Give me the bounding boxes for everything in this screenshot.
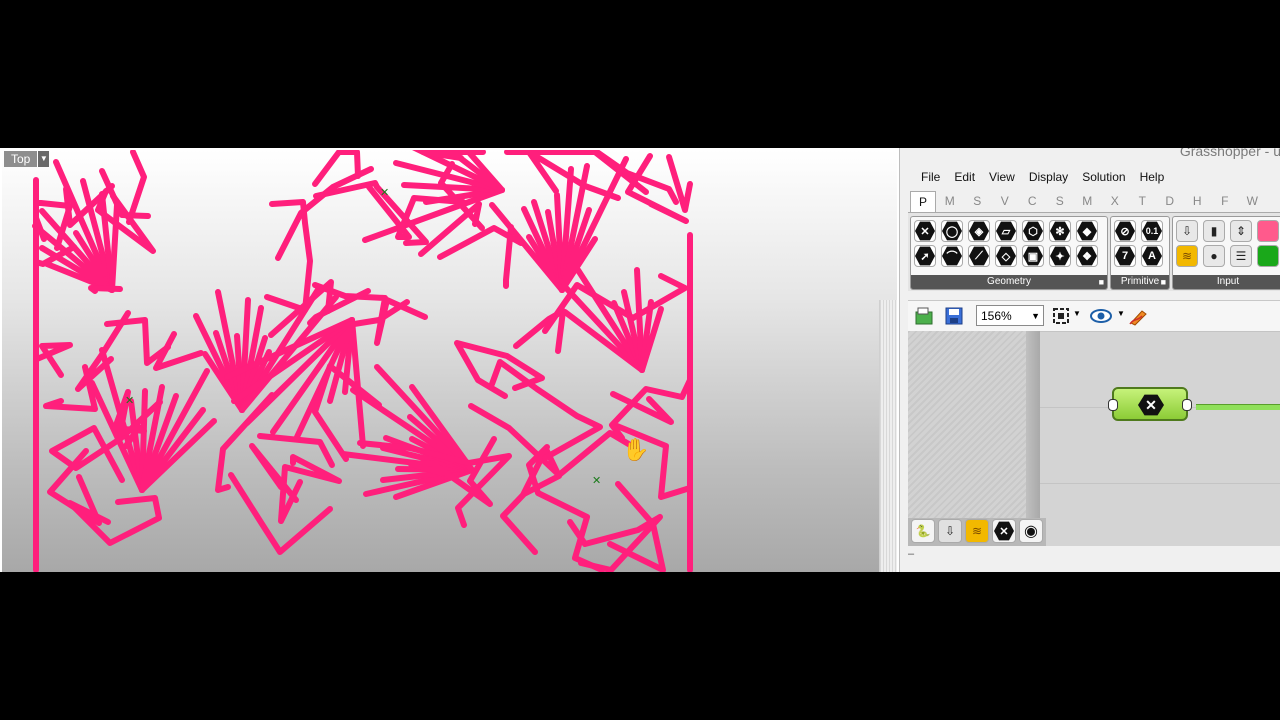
plane-param-icon[interactable]: ◇ (995, 245, 1017, 267)
menu-bar: File Edit View Display Solution Help (914, 170, 1171, 184)
toggle-icon[interactable]: ▮ (1203, 220, 1225, 242)
gradient-icon[interactable] (1257, 220, 1279, 242)
recent-components-bar: 🐍 ⇩ ≋ ✕ ◉ (908, 518, 1046, 546)
geometry-param-icon[interactable]: ◆ (1076, 220, 1098, 242)
menu-edit[interactable]: Edit (947, 170, 982, 184)
field-param-icon[interactable]: ✦ (1049, 245, 1071, 267)
graph-mapper-icon[interactable]: ≋ (1176, 245, 1198, 267)
line-param-icon[interactable]: ⟋ (968, 245, 990, 267)
tab-f[interactable]: F (1211, 191, 1239, 212)
primitive-panel: ⊘ 0.1 7 A Primitive ■ (1110, 216, 1170, 290)
integer-param-icon[interactable]: 7 (1114, 245, 1136, 267)
panel-icon[interactable]: ⇩ (938, 519, 962, 543)
geometry-panel-label[interactable]: Geometry ■ (911, 275, 1107, 289)
point-recent-icon[interactable]: ✕ (992, 519, 1016, 543)
number-param-icon[interactable]: 0.1 (1141, 220, 1163, 242)
curve-param-icon[interactable]: ◈ (968, 220, 990, 242)
save-file-icon[interactable] (944, 306, 964, 326)
value-list-icon[interactable]: ☰ (1230, 245, 1252, 267)
tab-intersect[interactable]: X (1101, 191, 1129, 212)
mesh-param-icon[interactable]: ✻ (1049, 220, 1071, 242)
brep-param-icon[interactable]: ⬡ (1022, 220, 1044, 242)
circle-param-icon[interactable]: ◯ (941, 220, 963, 242)
arc-param-icon[interactable]: ⌒ (941, 245, 963, 267)
surface-param-icon[interactable]: ▱ (995, 220, 1017, 242)
primitive-panel-label[interactable]: Primitive ■ (1111, 275, 1169, 289)
menu-help[interactable]: Help (1133, 170, 1172, 184)
viewport-dropdown-icon[interactable]: ▼ (38, 151, 50, 167)
preview-dropdown-icon[interactable]: ▼ (1117, 309, 1125, 318)
button-object-icon[interactable]: ● (1203, 245, 1225, 267)
tab-w[interactable]: W (1239, 191, 1267, 212)
panel-download-icon[interactable]: ⇩ (1176, 220, 1198, 242)
tab-surface[interactable]: S (1046, 191, 1074, 212)
status-text: – (908, 548, 915, 560)
menu-file[interactable]: File (914, 170, 947, 184)
viewport-edge (879, 300, 897, 572)
grasshopper-window: Grasshopper - u File Edit View Display S… (899, 148, 1280, 572)
tab-curve[interactable]: C (1019, 191, 1047, 212)
vector-param-icon[interactable]: ➚ (914, 245, 936, 267)
button-recent-icon[interactable]: ◉ (1019, 519, 1043, 543)
canvas-shaded-region (908, 331, 1040, 546)
curve-drawing: ✕ ✕ ✕ (32, 150, 693, 572)
tab-sets[interactable]: S (964, 191, 992, 212)
zoom-extents-icon[interactable] (1051, 306, 1071, 326)
canvas-toolbar: 156% ▼ ▼ ▼ (908, 300, 1280, 332)
tab-maths[interactable]: M (936, 191, 964, 212)
menu-solution[interactable]: Solution (1075, 170, 1132, 184)
input-panel: ⇩ ▮ ⇕ ≋ ● ☰ Input (1172, 216, 1280, 290)
tab-transform[interactable]: T (1129, 191, 1157, 212)
component-ribbon: ✕ ◯ ◈ ▱ ⬡ ✻ ◆ ➚ ⌒ ⟋ ◇ ▣ ✦ ❖ Geometry ■ ⊘… (908, 212, 1280, 291)
menu-view[interactable]: View (982, 170, 1022, 184)
tab-params[interactable]: P (910, 191, 936, 212)
viewport-label[interactable]: Top (4, 151, 38, 167)
tab-h[interactable]: H (1184, 191, 1212, 212)
point-marker-icon: ✕ (125, 394, 134, 407)
boolean-param-icon[interactable]: ⊘ (1114, 220, 1136, 242)
output-wire[interactable] (1196, 404, 1280, 410)
point-node-icon: ✕ (1138, 394, 1164, 416)
window-title: Grasshopper - u (1179, 148, 1280, 159)
point-param-icon[interactable]: ✕ (914, 220, 936, 242)
point-marker-icon: ✕ (592, 474, 601, 487)
point-marker-icon: ✕ (380, 186, 389, 199)
point-component-node[interactable]: ✕ (1108, 387, 1192, 421)
screen: ✕ ✕ ✕ Top ▼ ✋ Grasshopper - u File Edit Vi… (0, 148, 1280, 572)
open-file-icon[interactable] (914, 306, 934, 326)
sketch-pen-icon[interactable] (1128, 306, 1152, 326)
python-icon[interactable]: 🐍 (911, 519, 935, 543)
hand-cursor-icon: ✋ (622, 437, 650, 462)
node-input-grip[interactable] (1108, 399, 1118, 411)
geometry-panel: ✕ ◯ ◈ ▱ ⬡ ✻ ◆ ➚ ⌒ ⟋ ◇ ▣ ✦ ❖ Geometry ■ (910, 216, 1108, 290)
mesh-face-param-icon[interactable]: ❖ (1076, 245, 1098, 267)
box-param-icon[interactable]: ▣ (1022, 245, 1044, 267)
zoom-extents-dropdown-icon[interactable]: ▼ (1073, 309, 1081, 318)
tab-vector[interactable]: V (991, 191, 1019, 212)
rhino-viewport[interactable]: ✕ ✕ ✕ Top ▼ ✋ (2, 150, 897, 572)
slider-icon[interactable]: ⇕ (1230, 220, 1252, 242)
swatch-icon[interactable] (1257, 245, 1279, 267)
tab-mesh[interactable]: M (1074, 191, 1102, 212)
preview-eye-icon[interactable] (1089, 306, 1113, 326)
graph-mapper-recent-icon[interactable]: ≋ (965, 519, 989, 543)
text-param-icon[interactable]: A (1141, 245, 1163, 267)
zoom-select[interactable]: 156% ▼ (976, 305, 1044, 326)
viewport-title[interactable]: Top ▼ (4, 151, 50, 167)
grasshopper-canvas[interactable]: ✕ 🐍 ⇩ ≋ ✕ ◉ (908, 331, 1280, 546)
component-tabs: P M S V C S M X T D H F W (910, 191, 1266, 212)
tab-display[interactable]: D (1156, 191, 1184, 212)
menu-display[interactable]: Display (1022, 170, 1075, 184)
node-output-grip[interactable] (1182, 399, 1192, 411)
input-panel-label[interactable]: Input (1173, 275, 1280, 289)
